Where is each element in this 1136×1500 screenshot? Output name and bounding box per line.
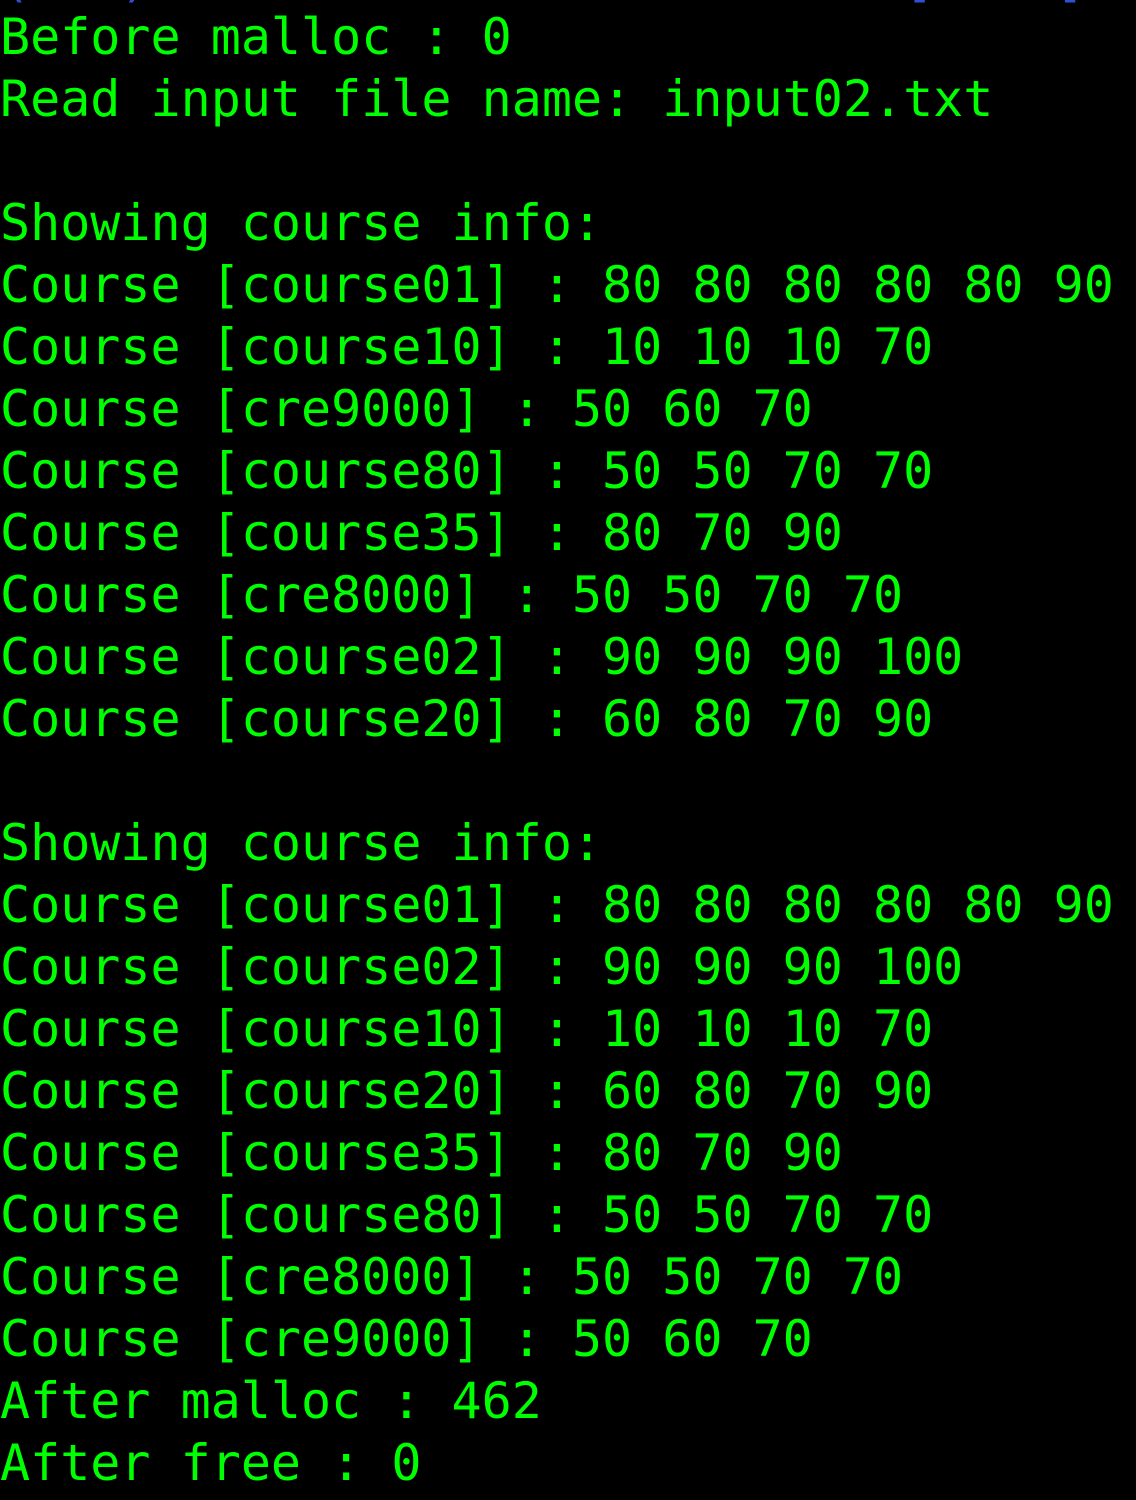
output-line: Course [course10] : 10 10 10 70: [0, 1000, 934, 1058]
output-line: Course [cre8000] : 50 50 70 70: [0, 566, 904, 624]
output-line: Course [course01] : 80 80 80 80 80 90: [0, 876, 1114, 934]
output-line: Course [cre8000] : 50 50 70 70: [0, 1248, 904, 1306]
terminal-window[interactable]: ( ) [ [ ] Before malloc : 0 Read input f…: [0, 0, 1136, 1500]
output-line: Course [course35] : 80 70 90: [0, 1124, 843, 1182]
output-line: Course [course80] : 50 50 70 70: [0, 442, 934, 500]
output-line: Showing course info:: [0, 814, 603, 872]
terminal-output: Before malloc : 0 Read input file name: …: [0, 6, 1114, 1494]
output-line: Showing course info:: [0, 194, 603, 252]
output-line: Course [course02] : 90 90 90 100: [0, 628, 964, 686]
output-line: Course [course02] : 90 90 90 100: [0, 938, 964, 996]
output-line: Course [course35] : 80 70 90: [0, 504, 843, 562]
output-line: Course [course10] : 10 10 10 70: [0, 318, 934, 376]
output-line: Read input file name: input02.txt: [0, 70, 994, 128]
output-line: Course [cre9000] : 50 60 70: [0, 380, 813, 438]
output-line: Before malloc : 0: [0, 8, 512, 66]
output-line: After free : 0: [0, 1434, 422, 1492]
output-line: Course [course01] : 80 80 80 80 80 90: [0, 256, 1114, 314]
output-line: Course [course20] : 60 80 70 90: [0, 1062, 934, 1120]
output-line: Course [cre9000] : 50 60 70: [0, 1310, 813, 1368]
output-line: Course [course20] : 60 80 70 90: [0, 690, 934, 748]
output-line: Course [course80] : 50 50 70 70: [0, 1186, 934, 1244]
output-line: After malloc : 462: [0, 1372, 542, 1430]
